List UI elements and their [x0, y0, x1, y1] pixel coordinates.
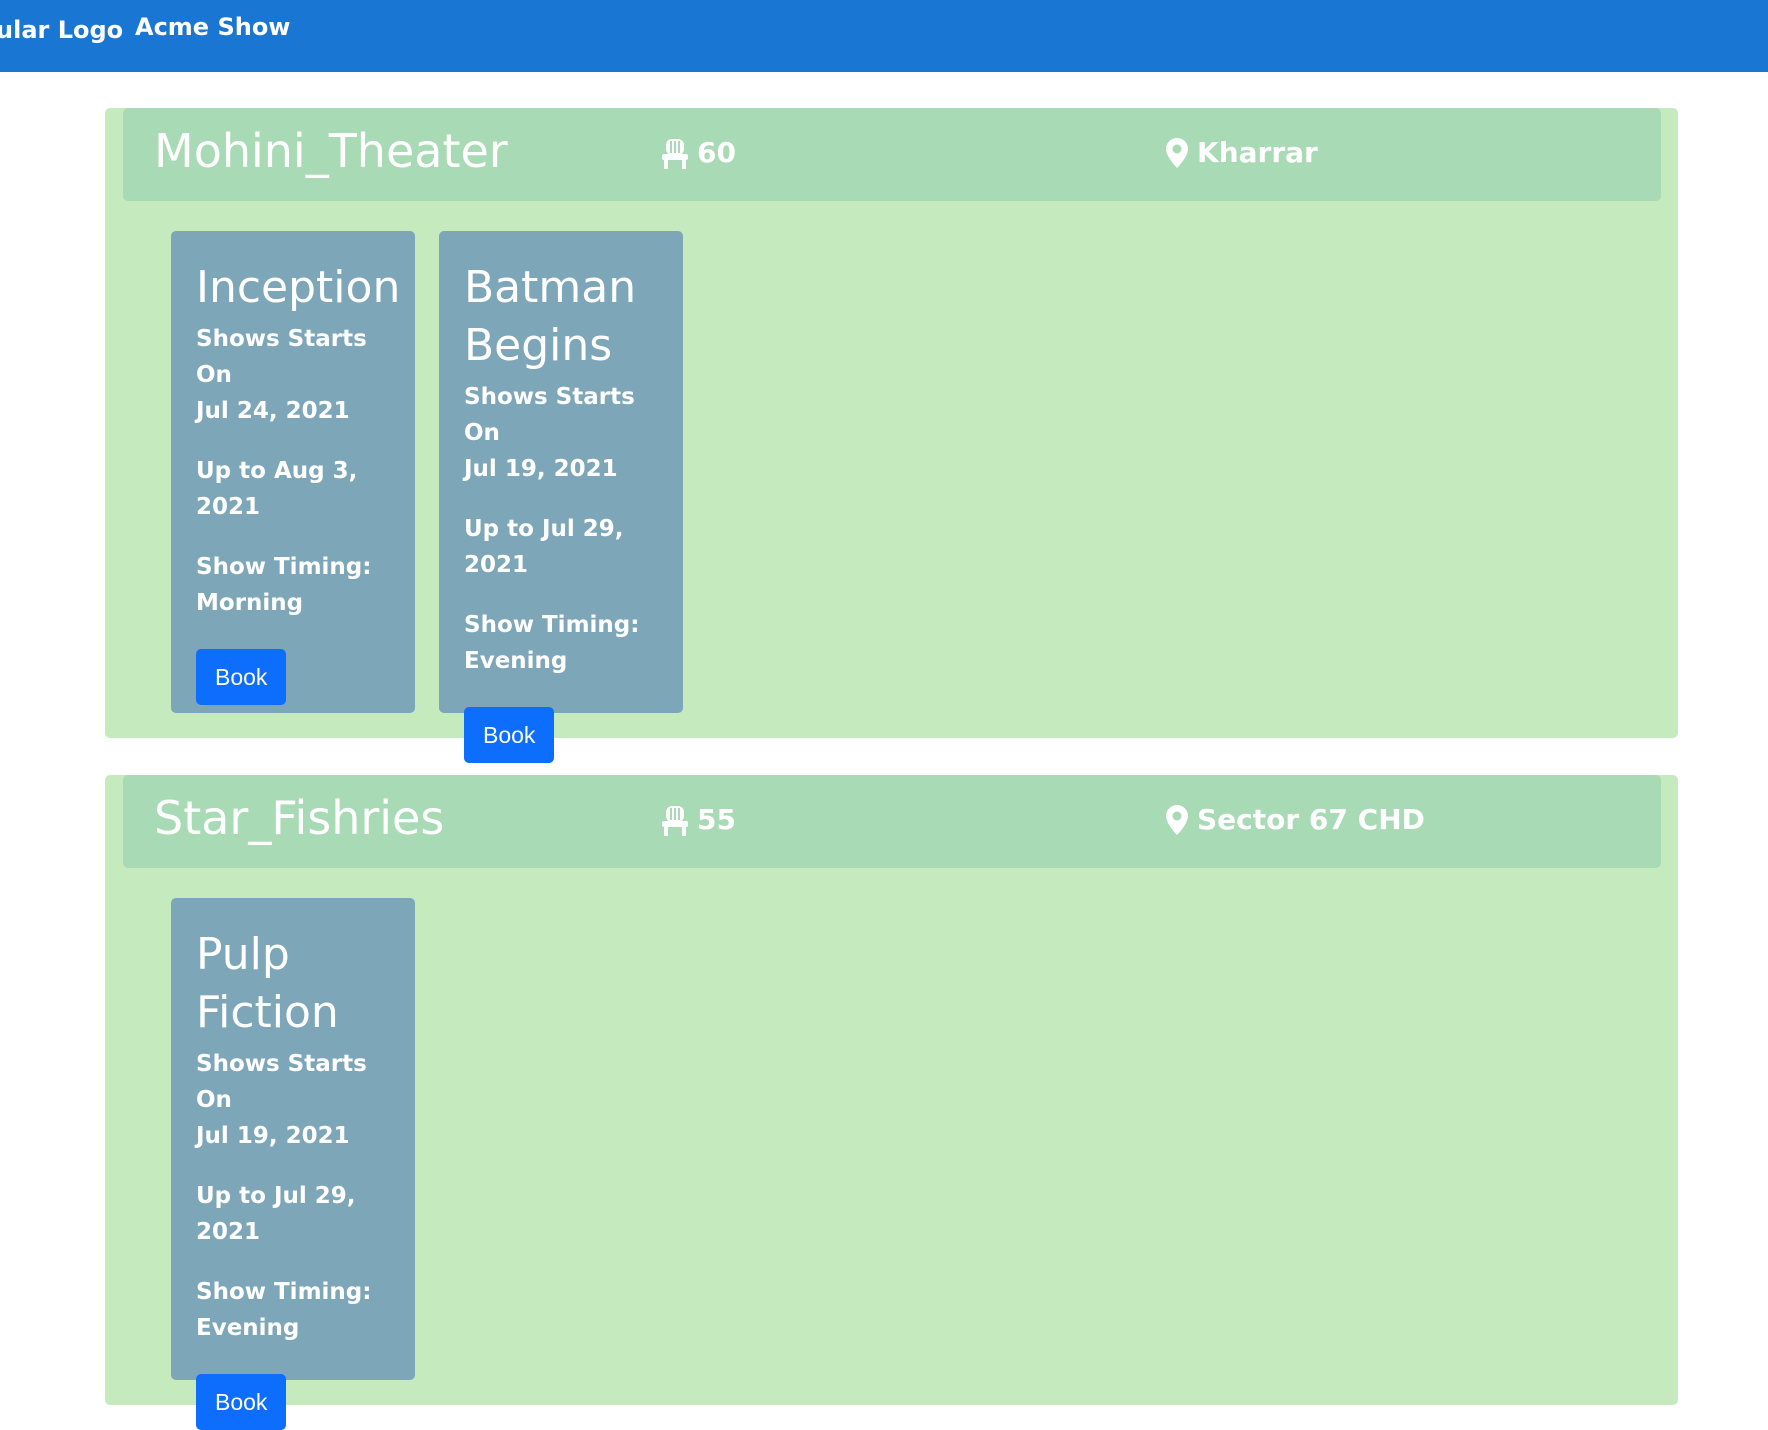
map-pin-icon [1165, 804, 1189, 836]
map-pin-icon [1165, 137, 1189, 169]
navbar: ular Logo Acme Show [0, 0, 1768, 72]
book-button[interactable]: Book [196, 1374, 287, 1430]
theater-name: Mohini_Theater [154, 124, 508, 178]
shows-end-date: Up to Aug 3, 2021 [196, 458, 358, 520]
show-timing-value: Evening [464, 648, 568, 674]
movie-title: Batman Begins [464, 262, 637, 371]
shows-starts-date: Jul 19, 2021 [464, 456, 618, 482]
shows-starts-date: Jul 19, 2021 [196, 1123, 350, 1149]
seat-icon [661, 804, 689, 836]
location-value: Kharrar [1197, 136, 1318, 169]
shows-starts-label: Shows Starts On [196, 1051, 367, 1113]
theater-section: Mohini_Theater 60 Kharrar Inception Show… [105, 108, 1678, 763]
movie-card: Pulp Fiction Shows Starts On Jul 19, 202… [171, 898, 415, 1430]
movie-title: Inception [196, 262, 401, 313]
seat-count: 60 [661, 136, 736, 169]
shows-end-date: Up to Jul 29, 2021 [464, 516, 624, 578]
book-button[interactable]: Book [464, 707, 555, 763]
theater-name: Star_Fishries [154, 791, 445, 845]
seat-icon [661, 137, 689, 169]
book-button[interactable]: Book [196, 649, 287, 705]
theater-location: Kharrar [1165, 136, 1318, 169]
shows-starts-date: Jul 24, 2021 [196, 398, 350, 424]
show-timing-label: Show Timing: [196, 554, 372, 580]
movie-card: Batman Begins Shows Starts On Jul 19, 20… [439, 231, 683, 763]
seat-count-value: 55 [697, 803, 736, 836]
theater-section: Star_Fishries 55 Sector 67 CHD Pulp Fict… [105, 775, 1678, 1430]
theater-header: Mohini_Theater 60 Kharrar [123, 108, 1661, 201]
nav-link-acme-show[interactable]: Acme Show [135, 13, 290, 41]
movie-card: Inception Shows Starts On Jul 24, 2021 U… [171, 231, 415, 713]
location-value: Sector 67 CHD [1197, 803, 1425, 836]
shows-end-date: Up to Jul 29, 2021 [196, 1183, 356, 1245]
brand-logo[interactable]: ular Logo [0, 16, 123, 44]
show-timing-label: Show Timing: [196, 1279, 372, 1305]
seat-count-value: 60 [697, 136, 736, 169]
theater-location: Sector 67 CHD [1165, 803, 1425, 836]
seat-count: 55 [661, 803, 736, 836]
show-timing-value: Morning [196, 590, 304, 616]
show-timing-value: Evening [196, 1315, 300, 1341]
show-timing-label: Show Timing: [464, 612, 640, 638]
shows-starts-label: Shows Starts On [464, 384, 635, 446]
theater-header: Star_Fishries 55 Sector 67 CHD [123, 775, 1661, 868]
movie-title: Pulp Fiction [196, 929, 339, 1038]
shows-starts-label: Shows Starts On [196, 326, 367, 388]
